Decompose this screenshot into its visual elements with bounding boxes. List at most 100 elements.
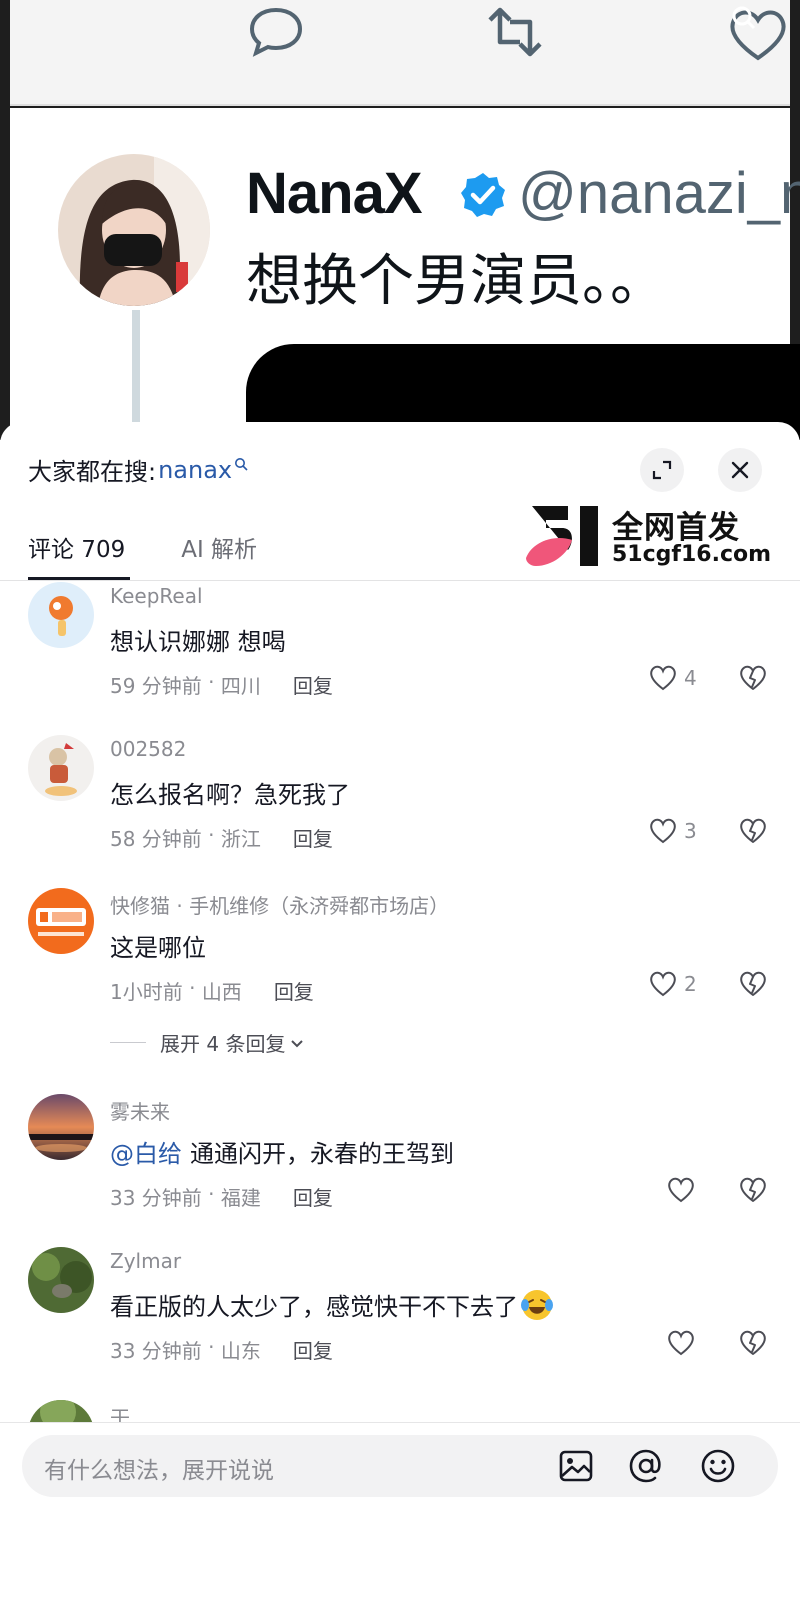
comment-time: 33 分钟前 [110, 1339, 202, 1363]
comment-text: 这是哪位 [110, 934, 206, 962]
reply-button[interactable]: 回复 [293, 823, 333, 852]
author-handle[interactable]: @nanazi_n [518, 160, 800, 227]
like-button[interactable]: 3 [648, 817, 697, 845]
heart-icon [650, 665, 676, 691]
like-button[interactable] [666, 1176, 696, 1204]
reply-button[interactable]: 回复 [293, 1335, 333, 1364]
avatar[interactable] [28, 582, 94, 648]
verified-badge-icon [461, 173, 505, 217]
mention-icon[interactable] [628, 1448, 664, 1484]
reply-button[interactable]: 回复 [293, 1182, 333, 1211]
background-post: NanaX @nanazi_n 想换个男演员。。 [0, 0, 800, 440]
search-icon [235, 457, 248, 471]
comment-time: 33 分钟前 [110, 1186, 202, 1210]
trending-search[interactable]: 大家都在搜: nanax [28, 452, 248, 487]
mention-link[interactable]: @白给 [110, 1134, 182, 1169]
comment-input-bar: 有什么想法，展开说说 [0, 1422, 800, 1604]
tab-ai-analysis[interactable]: AI 解析 [181, 530, 257, 564]
comment-meta: 33 分钟前 · 福建 回复 [110, 1182, 333, 1211]
comment-tabs: 评论 709 AI 解析 [28, 530, 257, 564]
avatar[interactable] [28, 1400, 94, 1422]
comment-username[interactable]: Zylmar [110, 1249, 181, 1273]
meta-separator: · [201, 670, 221, 694]
expand-sheet-button[interactable] [640, 448, 684, 492]
meta-separator: · [201, 823, 221, 847]
watermark: 全网首发 51cgf16.com [524, 502, 784, 572]
dislike-icon[interactable] [738, 970, 768, 998]
reply-button[interactable]: 回复 [293, 670, 333, 699]
comment-location: 四川 [220, 674, 261, 698]
author-name[interactable]: NanaX [246, 160, 423, 227]
dislike-icon[interactable] [738, 1329, 768, 1357]
comment-time: 1小时前 [110, 980, 183, 1004]
dislike-icon[interactable] [738, 1176, 768, 1204]
watermark-title: 全网首发 [612, 510, 740, 546]
retweet-icon[interactable] [484, 6, 546, 58]
image-icon[interactable] [558, 1448, 594, 1484]
meta-separator: · [201, 1182, 221, 1206]
comment-username[interactable]: 干 [110, 1402, 130, 1422]
expand-icon [652, 460, 672, 480]
comment-icon[interactable] [246, 6, 306, 58]
like-count: 4 [684, 666, 697, 690]
author-avatar [58, 154, 210, 306]
like-icon[interactable] [726, 4, 790, 64]
heart-icon [650, 971, 676, 997]
search-keyword[interactable]: nanax [158, 456, 232, 484]
thread-line [132, 310, 140, 440]
tweet-text: 想换个男演员。。 [246, 249, 666, 314]
watermark-url: 51cgf16.com [612, 542, 772, 567]
expand-divider [110, 1042, 146, 1043]
expand-replies-label: 展开 4 条回复 [160, 1032, 286, 1056]
comment-input-placeholder: 有什么想法，展开说说 [44, 1458, 274, 1484]
heart-icon [668, 1330, 694, 1356]
comment-text: 看正版的人太少了，感觉快干不下去了 [110, 1287, 554, 1322]
comment-username[interactable]: 002582 [110, 737, 186, 761]
avatar[interactable] [28, 1247, 94, 1313]
comment-time: 59 分钟前 [110, 674, 202, 698]
comment-meta: 1小时前 · 山西 回复 [110, 976, 314, 1005]
tab-comments[interactable]: 评论 709 [28, 530, 125, 564]
watermark-logo-icon [526, 506, 598, 566]
comment-location: 浙江 [220, 827, 261, 851]
comment-location: 山东 [220, 1339, 261, 1363]
heart-icon [650, 818, 676, 844]
close-sheet-button[interactable] [718, 448, 762, 492]
comment-meta: 33 分钟前 · 山东 回复 [110, 1335, 333, 1364]
comment-meta: 58 分钟前 · 浙江 回复 [110, 823, 333, 852]
tabs-divider [0, 580, 800, 581]
like-button[interactable]: 2 [648, 970, 697, 998]
post-action-bar [10, 0, 790, 106]
comment-text: 想认识娜娜 想喝 [110, 628, 286, 656]
like-button[interactable]: 4 [648, 664, 697, 692]
chevron-down-icon [291, 1039, 304, 1047]
dislike-icon[interactable] [738, 664, 768, 692]
comment-item: 干 [0, 1400, 800, 1422]
search-label: 大家都在搜: [28, 458, 157, 486]
tweet: NanaX @nanazi_n 想换个男演员。。 [10, 108, 800, 440]
close-icon [731, 461, 749, 479]
emoji-icon[interactable] [700, 1448, 736, 1484]
comment-username[interactable]: 快修猫 · 手机维修（永济舜都市场店） [110, 890, 449, 919]
like-count: 2 [684, 972, 697, 996]
avatar[interactable] [28, 1094, 94, 1160]
comment-location: 山西 [201, 980, 242, 1004]
comment-meta: 59 分钟前 · 四川 回复 [110, 670, 333, 699]
reply-button[interactable]: 回复 [274, 976, 314, 1005]
laughing-crying-emoji-icon [521, 1289, 553, 1320]
dislike-icon[interactable] [738, 817, 768, 845]
comment-text: @白给 通通闪开，永春的王驾到 [110, 1134, 454, 1169]
comment-text: 怎么报名啊？急死我了 [110, 781, 350, 809]
avatar[interactable] [28, 888, 94, 954]
comment-username[interactable]: KeepReal [110, 584, 203, 608]
avatar[interactable] [28, 735, 94, 801]
meta-separator: · [182, 976, 202, 1000]
comment-time: 58 分钟前 [110, 827, 202, 851]
comment-input[interactable]: 有什么想法，展开说说 [22, 1435, 778, 1497]
like-count: 3 [684, 819, 697, 843]
heart-icon [668, 1177, 694, 1203]
comment-username[interactable]: 雾未来 [110, 1096, 170, 1125]
comment-location: 福建 [220, 1186, 261, 1210]
like-button[interactable] [666, 1329, 696, 1357]
expand-replies-button[interactable]: 展开 4 条回复 [110, 1028, 305, 1057]
